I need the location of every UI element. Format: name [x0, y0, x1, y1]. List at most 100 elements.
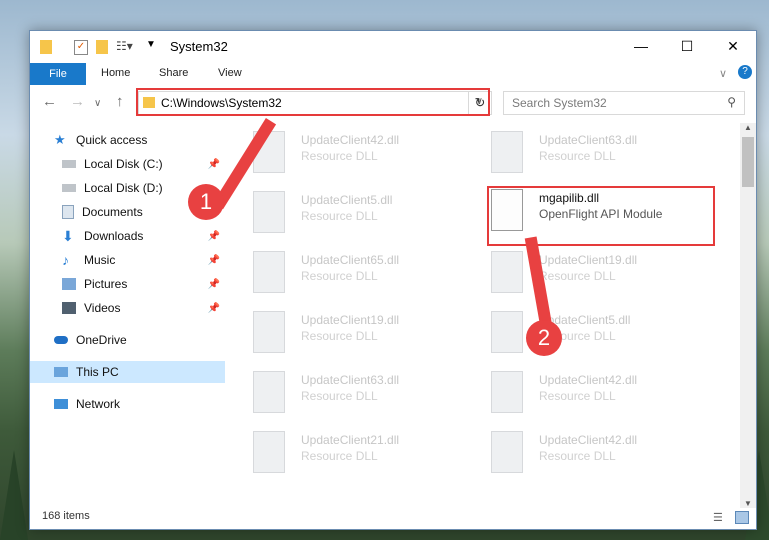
dll-file-icon — [491, 131, 523, 173]
file-name: UpdateClient5.dll — [301, 193, 393, 207]
dll-file-icon — [491, 431, 523, 473]
file-name: UpdateClient63.dll — [539, 133, 638, 147]
large-icons-view-icon[interactable] — [735, 511, 749, 524]
file-item[interactable]: UpdateClient42.dll Resource DLL — [487, 427, 717, 479]
scroll-thumb[interactable] — [742, 137, 754, 187]
file-description: Resource DLL — [301, 329, 378, 343]
sidebar-item-label: Network — [76, 397, 121, 411]
tab-home[interactable]: Home — [101, 67, 130, 79]
new-folder-icon[interactable] — [96, 40, 108, 54]
file-description: Resource DLL — [301, 209, 378, 223]
sidebar-item-label: Downloads — [84, 229, 144, 243]
dll-file-icon — [491, 251, 523, 293]
maximize-button[interactable]: ☐ — [664, 31, 710, 61]
sidebar-item-local-disk-c[interactable]: Local Disk (C:) 📌 — [62, 153, 222, 175]
sidebar-item-label: Documents — [82, 205, 143, 219]
sidebar-item-label: Pictures — [84, 277, 128, 291]
dropdown-icon[interactable]: ▼ — [146, 39, 156, 57]
file-description: Resource DLL — [301, 269, 378, 283]
file-highlight — [487, 186, 715, 246]
sidebar-item-label: Videos — [84, 301, 121, 315]
file-description: Resource DLL — [301, 149, 378, 163]
sidebar-item-label: This PC — [76, 365, 119, 379]
back-icon[interactable]: ← — [42, 93, 57, 110]
file-description: Resource DLL — [539, 449, 616, 463]
drive-icon — [62, 184, 76, 192]
pin-icon: 📌 — [207, 302, 220, 314]
pin-icon: 📌 — [207, 254, 220, 266]
computer-icon — [54, 367, 68, 377]
file-item[interactable]: UpdateClient42.dll Resource DLL — [249, 127, 479, 179]
file-item[interactable]: UpdateClient19.dll Resource DLL — [487, 247, 717, 299]
sidebar-item-quick-access[interactable]: ★ Quick access — [54, 129, 147, 151]
file-item[interactable]: UpdateClient19.dll Resource DLL — [249, 307, 479, 359]
dll-file-icon — [253, 251, 285, 293]
sidebar-item-label: Quick access — [76, 133, 148, 147]
help-icon[interactable]: ? — [738, 65, 752, 79]
sidebar-item-music[interactable]: ♪ Music 📌 — [62, 249, 222, 271]
scroll-up-icon[interactable]: ▲ — [744, 123, 752, 132]
sidebar-item-videos[interactable]: Videos 📌 — [62, 297, 222, 319]
file-name: UpdateClient65.dll — [301, 253, 400, 267]
scroll-down-icon[interactable]: ▼ — [744, 499, 752, 508]
file-name: UpdateClient42.dll — [539, 373, 638, 387]
document-icon — [62, 205, 74, 219]
dll-file-icon — [491, 371, 523, 413]
background-tree — [0, 450, 28, 540]
vertical-scrollbar[interactable]: ▲ ▼ — [740, 123, 756, 508]
file-description: Resource DLL — [539, 389, 616, 403]
properties-icon[interactable]: ✓ — [74, 40, 88, 55]
pin-icon: 📌 — [207, 278, 220, 290]
tab-view[interactable]: View — [218, 67, 242, 79]
sidebar-item-label: OneDrive — [76, 333, 127, 347]
drive-icon — [62, 160, 76, 168]
recent-locations-icon[interactable]: ∨ — [94, 98, 101, 109]
details-view-icon[interactable]: ☰ — [713, 511, 723, 524]
ribbon: File Home Share View ∨ ? — [30, 63, 756, 85]
file-name: UpdateClient21.dll — [301, 433, 400, 447]
file-item[interactable]: UpdateClient63.dll Resource DLL — [487, 127, 717, 179]
search-box[interactable]: Search System32 ⚲ — [503, 91, 745, 115]
step-badge-2: 2 — [526, 320, 562, 356]
folder-icon — [40, 40, 52, 54]
minimize-button[interactable]: — — [618, 31, 664, 61]
forward-icon[interactable]: → — [70, 93, 85, 110]
file-item[interactable]: UpdateClient42.dll Resource DLL — [487, 367, 717, 419]
search-placeholder: Search System32 — [512, 96, 607, 110]
network-icon — [54, 399, 68, 409]
file-name: UpdateClient42.dll — [301, 133, 400, 147]
customize-qat-icon[interactable]: ☷▾ — [116, 39, 133, 57]
title-bar: ✓ ☷▾ ▼ System32 — ☐ ✕ — [30, 31, 756, 61]
file-name: UpdateClient63.dll — [301, 373, 400, 387]
file-item[interactable]: UpdateClient63.dll Resource DLL — [249, 367, 479, 419]
sidebar-item-pictures[interactable]: Pictures 📌 — [62, 273, 222, 295]
up-icon[interactable]: ↑ — [116, 93, 124, 110]
tab-file[interactable]: File — [30, 63, 86, 85]
pin-icon: 📌 — [207, 230, 220, 242]
tab-share[interactable]: Share — [159, 67, 188, 79]
file-name: UpdateClient42.dll — [539, 433, 638, 447]
close-button[interactable]: ✕ — [710, 31, 756, 61]
pictures-icon — [62, 278, 76, 290]
file-description: Resource DLL — [539, 149, 616, 163]
pin-icon: 📌 — [207, 158, 220, 170]
sidebar-item-downloads[interactable]: ⬇ Downloads 📌 — [62, 225, 222, 247]
file-item[interactable]: UpdateClient5.dll Resource DLL — [487, 307, 717, 359]
file-item[interactable]: UpdateClient5.dll Resource DLL — [249, 187, 479, 239]
sidebar-item-this-pc[interactable]: This PC — [30, 361, 225, 383]
sidebar-item-label: Local Disk (C:) — [84, 157, 163, 171]
dll-file-icon — [253, 311, 285, 353]
sidebar-item-onedrive[interactable]: OneDrive — [54, 329, 127, 351]
expand-ribbon-icon[interactable]: ∨ — [719, 67, 727, 80]
file-name: UpdateClient19.dll — [539, 253, 638, 267]
sidebar-item-network[interactable]: Network — [54, 393, 120, 415]
dll-file-icon — [491, 311, 523, 353]
sidebar-item-label: Local Disk (D:) — [84, 181, 163, 195]
sidebar-item-label: Music — [84, 253, 116, 267]
file-item[interactable]: UpdateClient21.dll Resource DLL — [249, 427, 479, 479]
item-count: 168 items — [42, 510, 90, 522]
file-item[interactable]: UpdateClient65.dll Resource DLL — [249, 247, 479, 299]
dll-file-icon — [253, 371, 285, 413]
window-title: System32 — [170, 39, 228, 54]
file-description: Resource DLL — [301, 389, 378, 403]
